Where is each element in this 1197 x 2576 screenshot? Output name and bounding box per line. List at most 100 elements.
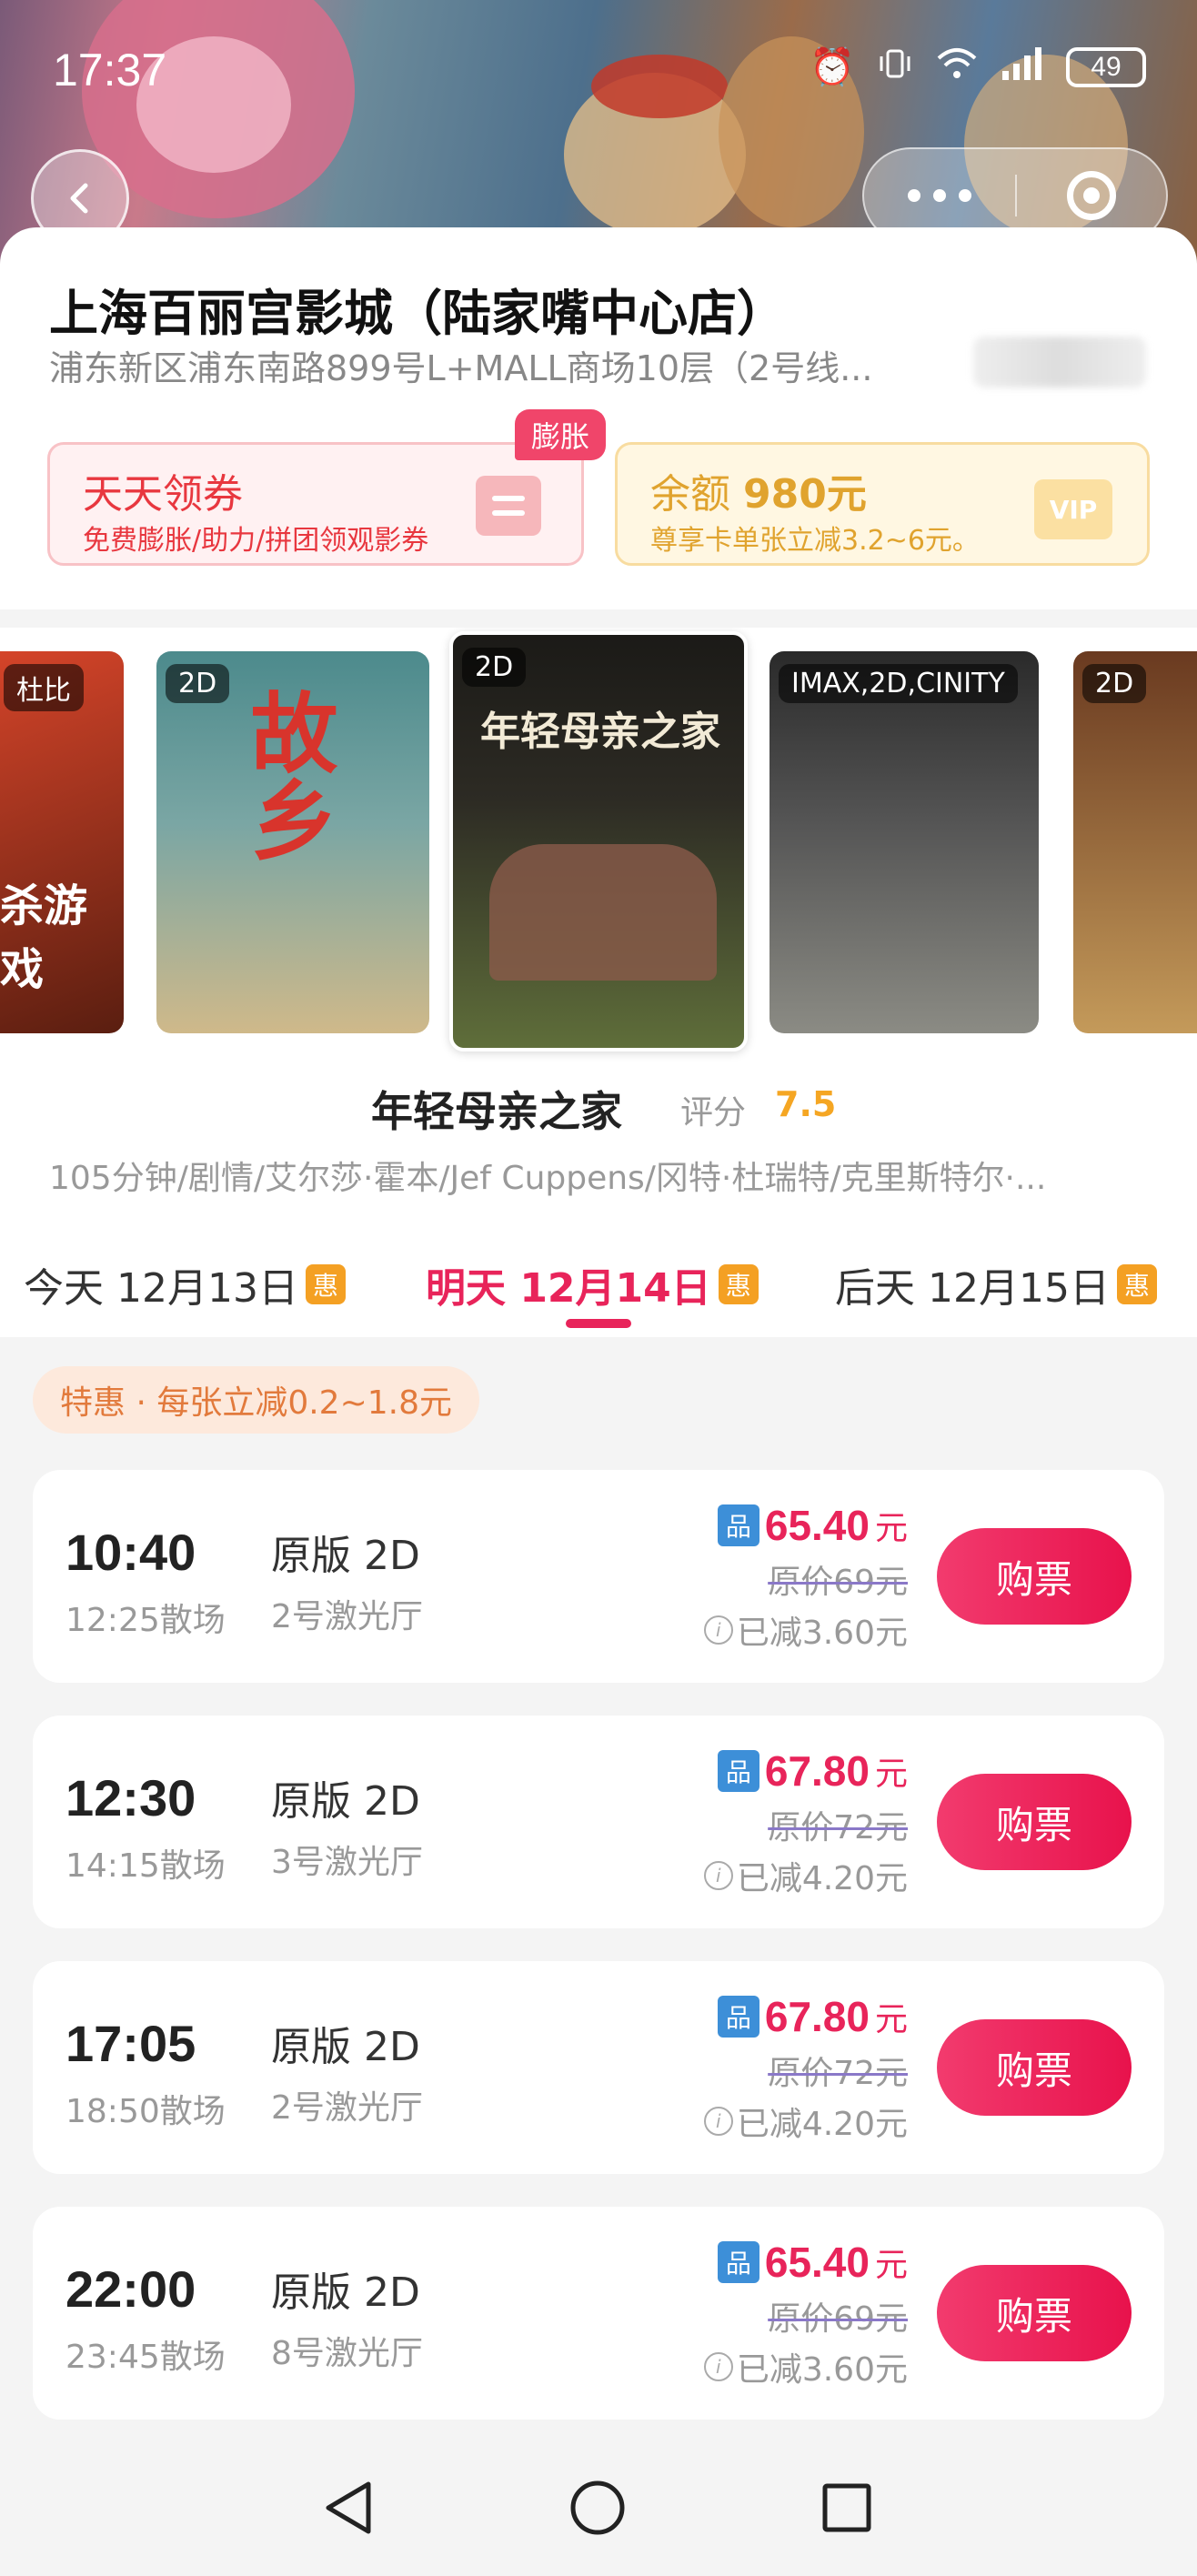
- tab-date-day-after[interactable]: 后天 12月15日 惠: [835, 1255, 1157, 1313]
- tab-date-today[interactable]: 今天 12月13日 惠: [24, 1255, 346, 1313]
- poster-format-badge: 2D: [1082, 664, 1147, 703]
- saved-amount: 已减4.20元: [736, 2106, 908, 2143]
- showtime-card[interactable]: 12:30 14:15散场 原版 2D 3号激光厅 品 67.80 元 原价72…: [33, 1716, 1164, 1928]
- show-start-time: 10:40: [65, 1524, 196, 1581]
- movie-poster[interactable]: 杜比 杀游戏: [0, 651, 124, 1033]
- battery-icon: 49: [1066, 46, 1146, 87]
- expand-badge: 膨胀: [515, 409, 606, 460]
- nav-back-button[interactable]: [317, 2476, 380, 2540]
- status-icons: ⏰ 49: [810, 45, 1146, 88]
- original-price: 原价69元: [768, 1564, 908, 1601]
- buy-ticket-button[interactable]: 购票: [937, 2265, 1132, 2361]
- wifi-icon: [935, 45, 979, 88]
- ticket-icon: [476, 476, 541, 536]
- vibrate-icon: [877, 45, 913, 88]
- show-hall: 2号激光厅: [271, 2089, 423, 2127]
- nav-recents-button[interactable]: [815, 2476, 879, 2540]
- saved-amount: 已减3.60元: [736, 1615, 908, 1652]
- hero-banner: 17:37 ⏰ 49: [0, 0, 1197, 264]
- buy-ticket-button[interactable]: 购票: [937, 2019, 1132, 2116]
- system-nav-bar: [0, 2434, 1197, 2576]
- show-end-time: 14:15散场: [65, 1847, 226, 1885]
- movie-title: 年轻母亲之家: [371, 1087, 622, 1136]
- show-version: 原版 2D: [271, 2269, 420, 2316]
- movie-poster[interactable]: 2D 故乡: [156, 651, 429, 1033]
- price-unit: 元: [874, 1756, 908, 1793]
- buy-ticket-button[interactable]: 购票: [937, 1528, 1132, 1625]
- brand-badge-icon: 品: [717, 2241, 759, 2283]
- show-end-time: 12:25散场: [65, 1602, 226, 1639]
- vip-title: 余额 980元: [650, 461, 867, 519]
- active-tab-indicator: [566, 1319, 631, 1328]
- vip-balance-label: 余额: [650, 471, 730, 518]
- tab-label: 明天 12月14日: [426, 1265, 711, 1312]
- distance-blurred: [973, 337, 1146, 387]
- movie-poster[interactable]: IMAX,2D,CINITY: [770, 651, 1039, 1033]
- vip-balance-promo[interactable]: 余额 980元 尊享卡单张立减3.2~6元。 VIP: [615, 442, 1150, 566]
- brand-badge-icon: 品: [717, 1504, 759, 1546]
- cinema-card: 上海百丽宫影城（陆家嘴中心店） 浦东新区浦东南路899号L+MALL商场10层（…: [0, 227, 1197, 609]
- close-miniprogram-button[interactable]: [1017, 171, 1166, 220]
- more-options-button[interactable]: [864, 189, 1015, 202]
- discount-badge: 惠: [718, 1264, 759, 1304]
- info-icon[interactable]: i: [703, 1615, 733, 1645]
- showtime-card[interactable]: 10:40 12:25散场 原版 2D 2号激光厅 品 65.40 元 原价69…: [33, 1470, 1164, 1683]
- price: 67.80: [764, 1747, 870, 1795]
- price-unit: 元: [874, 2001, 908, 2038]
- poster-format-badge: 杜比: [4, 664, 84, 711]
- show-version: 原版 2D: [271, 1778, 420, 1825]
- coupon-title: 天天领券: [83, 471, 243, 518]
- price-block: 品 67.80 元 原价72元 i 已减4.20元: [671, 1992, 908, 2145]
- movie-poster-selected[interactable]: 2D 年轻母亲之家: [449, 631, 748, 1052]
- brand-badge-icon: 品: [717, 1996, 759, 2038]
- signal-icon: [1001, 45, 1044, 88]
- vip-subtitle: 尊享卡单张立减3.2~6元。: [650, 525, 980, 557]
- show-hall: 3号激光厅: [271, 1844, 423, 1881]
- status-time: 17:37: [53, 45, 167, 96]
- show-start-time: 22:00: [65, 2260, 196, 2318]
- date-tabs: 今天 12月13日 惠 明天 12月14日 惠 后天 12月15日 惠: [0, 1219, 1197, 1337]
- cinema-name: 上海百丽宫影城（陆家嘴中心店）: [49, 285, 786, 342]
- movie-meta: 105分钟/剧情/艾尔莎·霍本/Jef Cuppens/冈特·杜瑞特/克里斯特尔…: [49, 1160, 1047, 1197]
- showtime-card[interactable]: 17:05 18:50散场 原版 2D 2号激光厅 品 67.80 元 原价72…: [33, 1961, 1164, 2174]
- info-icon[interactable]: i: [703, 2352, 733, 2381]
- show-end-time: 18:50散场: [65, 2093, 226, 2130]
- rating-value: 7.5: [775, 1084, 837, 1124]
- show-start-time: 12:30: [65, 1769, 196, 1826]
- chevron-left-icon: [70, 183, 88, 214]
- coupon-promo[interactable]: 天天领券 免费膨胀/助力/拼团领观影券: [47, 442, 584, 566]
- movie-poster-carousel[interactable]: 杜比 杀游戏 2D 故乡 2D 年轻母亲之家 IMAX,2D,CINITY 2D: [0, 628, 1197, 1064]
- tab-date-tomorrow[interactable]: 明天 12月14日 惠: [426, 1255, 759, 1313]
- show-version: 原版 2D: [271, 2024, 420, 2070]
- vip-balance-amount: 980元: [743, 471, 867, 518]
- original-price: 原价72元: [768, 1809, 908, 1846]
- cinema-address[interactable]: 浦东新区浦东南路899号L+MALL商场10层（2号线...: [49, 340, 872, 390]
- tab-label: 后天 12月15日: [835, 1265, 1110, 1312]
- movie-info: 年轻母亲之家 评分 7.5 105分钟/剧情/艾尔莎·霍本/Jef Cuppen…: [0, 1064, 1197, 1219]
- more-dots-icon: [908, 189, 920, 202]
- poster-family-art: [489, 844, 717, 981]
- alarm-icon: ⏰: [810, 45, 855, 88]
- original-price: 原价69元: [768, 2300, 908, 2338]
- tab-label: 今天 12月13日: [24, 1265, 298, 1312]
- target-icon: [1067, 171, 1116, 220]
- rating-label: 评分: [680, 1094, 747, 1132]
- price: 65.40: [764, 2239, 870, 2286]
- movie-poster[interactable]: 2D: [1073, 651, 1197, 1033]
- poster-format-badge: 2D: [462, 648, 527, 687]
- saved-amount: 已减4.20元: [736, 1860, 908, 1897]
- back-triangle-icon: [326, 2481, 371, 2534]
- show-hall: 8号激光厅: [271, 2335, 423, 2372]
- buy-ticket-button[interactable]: 购票: [937, 1774, 1132, 1870]
- showtime-card[interactable]: 22:00 23:45散场 原版 2D 8号激光厅 品 65.40 元 原价69…: [33, 2207, 1164, 2420]
- price-block: 品 65.40 元 原价69元 i 已减3.60元: [671, 2238, 908, 2390]
- price-unit: 元: [874, 1510, 908, 1547]
- discount-badge: 惠: [305, 1264, 346, 1304]
- nav-home-button[interactable]: [566, 2476, 629, 2540]
- discount-badge: 惠: [1116, 1264, 1157, 1304]
- show-version: 原版 2D: [271, 1533, 420, 1579]
- info-icon[interactable]: i: [703, 2107, 733, 2136]
- poster-art-text: 故乡: [236, 688, 337, 862]
- info-icon[interactable]: i: [703, 1861, 733, 1890]
- vip-card-icon: VIP: [1034, 479, 1112, 539]
